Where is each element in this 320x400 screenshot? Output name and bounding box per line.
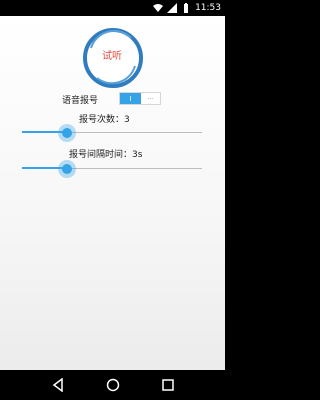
back-icon[interactable] — [51, 378, 65, 392]
recents-icon[interactable] — [161, 378, 175, 392]
main-content: 试听 语音报号 I ··· 报号次数：3 报号间隔时间：3s — [0, 16, 225, 370]
count-slider[interactable] — [22, 124, 202, 142]
home-icon[interactable] — [106, 378, 120, 392]
status-clock: 11:53 — [195, 3, 221, 13]
toggle-on-segment: I — [120, 93, 141, 104]
signal-icon — [167, 3, 178, 13]
toggle-off-segment: ··· — [147, 94, 154, 103]
battery-icon — [184, 3, 189, 13]
listen-button[interactable]: 试听 — [81, 47, 143, 62]
voice-announce-toggle[interactable]: I ··· — [119, 92, 161, 105]
slider-thumb[interactable] — [62, 164, 72, 174]
interval-slider-label: 报号间隔时间：3s — [69, 150, 143, 160]
interval-slider[interactable] — [22, 160, 202, 178]
listen-button-label: 试听 — [102, 51, 122, 62]
voice-announce-label: 语音报号 — [62, 96, 99, 106]
status-bar: 11:53 — [0, 0, 225, 16]
wifi-icon — [153, 4, 164, 12]
slider-thumb[interactable] — [62, 128, 72, 138]
navigation-bar — [0, 370, 225, 400]
